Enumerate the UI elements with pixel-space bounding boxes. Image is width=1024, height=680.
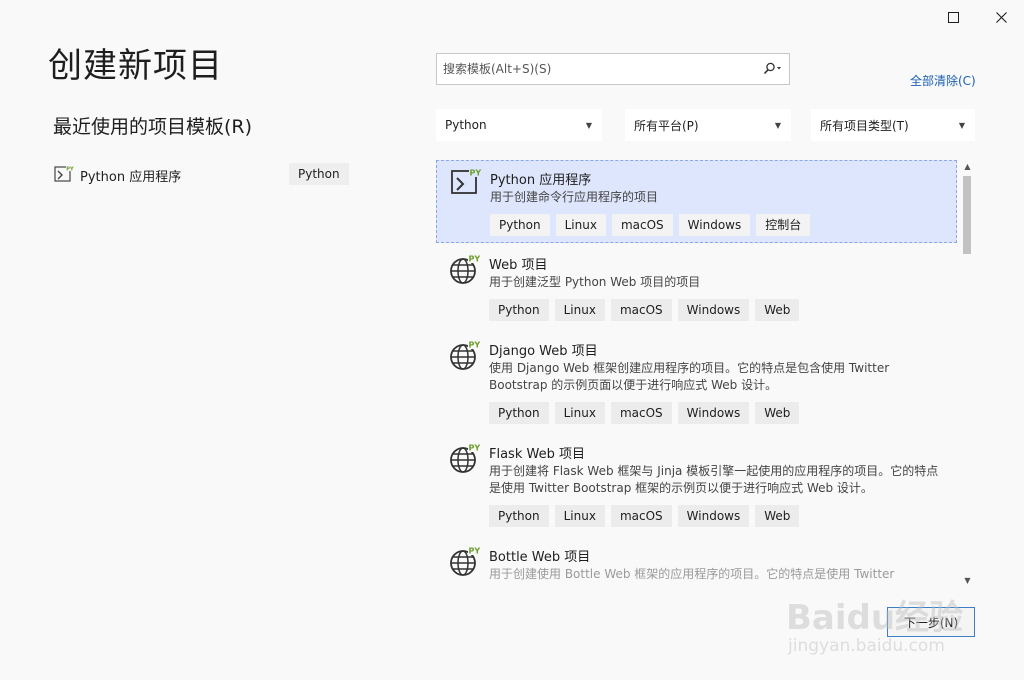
template-list[interactable]: PY Python 应用程序 用于创建命令行应用程序的项目 Python Lin… [436, 159, 974, 589]
svg-text:PY: PY [469, 341, 481, 350]
template-name: Flask Web 项目 [489, 447, 585, 462]
project-type-filter-value: 所有项目类型(T) [820, 118, 909, 133]
watermark-url: jingyan.baidu.com [788, 636, 945, 656]
platform-filter-dropdown[interactable]: 所有平台(P) ▼ [625, 109, 791, 141]
project-type-filter-dropdown[interactable]: 所有项目类型(T) ▼ [811, 109, 975, 141]
tag: Linux [554, 402, 605, 424]
template-search-box[interactable] [436, 53, 790, 85]
template-name: Django Web 项目 [489, 344, 598, 359]
tag: macOS [610, 402, 672, 424]
svg-text:PY: PY [469, 547, 481, 556]
tag: Python [489, 505, 549, 527]
python-console-icon: PY [54, 166, 74, 182]
scroll-down-icon[interactable]: ▼ [960, 575, 975, 589]
tag: Windows [677, 505, 750, 527]
tag: Python [489, 402, 549, 424]
maximize-icon [947, 11, 959, 23]
template-description: 用于创建命令行应用程序的项目 [490, 190, 659, 204]
chevron-down-icon: ▼ [958, 120, 966, 130]
watermark: Baidu经验 jingyan.baidu.com [786, 590, 976, 660]
template-tags: Python Linux macOS Windows Web [489, 505, 800, 527]
language-filter-value: Python [445, 118, 487, 132]
recent-template-tag: Python [289, 163, 349, 185]
close-button[interactable] [989, 6, 1013, 28]
chevron-down-icon: ▼ [774, 120, 782, 130]
python-console-icon: PY [451, 168, 482, 194]
recent-templates-heading: 最近使用的项目模板(R) [53, 116, 253, 138]
tag: Linux [555, 214, 606, 236]
recent-template-item[interactable]: PY Python 应用程序 Python [52, 161, 349, 189]
scroll-up-icon[interactable]: ▲ [960, 159, 975, 173]
template-name: Python 应用程序 [490, 173, 592, 188]
recent-template-label: Python 应用程序 [80, 169, 182, 185]
tag: Web [755, 402, 800, 424]
tag: Linux [554, 505, 605, 527]
template-item-django[interactable]: PY Django Web 项目 使用 Django Web 框架创建应用程序的… [436, 333, 957, 433]
platform-filter-value: 所有平台(P) [634, 118, 699, 133]
tag: Web [755, 299, 800, 321]
template-item-flask[interactable]: PY Flask Web 项目 用于创建将 Flask Web 框架与 Jinj… [436, 436, 957, 536]
tag: macOS [610, 299, 672, 321]
tag: Windows [678, 214, 751, 236]
search-button[interactable] [759, 62, 785, 76]
template-item-python-app[interactable]: PY Python 应用程序 用于创建命令行应用程序的项目 Python Lin… [436, 160, 957, 243]
tag: macOS [611, 214, 673, 236]
chevron-down-icon: ▼ [585, 120, 593, 130]
tag: macOS [610, 505, 672, 527]
template-item-web[interactable]: PY Web 项目 用于创建泛型 Python Web 项目的项目 Python… [436, 247, 957, 327]
tag: Windows [677, 402, 750, 424]
tag: 控制台 [756, 214, 811, 236]
clear-all-link[interactable]: 全部清除(C) [910, 72, 976, 89]
scrollbar-thumb[interactable] [963, 176, 971, 254]
search-input[interactable] [441, 61, 759, 77]
template-tags: Python Linux macOS Windows Web [489, 402, 800, 424]
python-web-globe-icon: PY [450, 340, 481, 370]
template-tags: Python Linux macOS Windows 控制台 [490, 214, 811, 236]
tag: Windows [677, 299, 750, 321]
template-description: 用于创建将 Flask Web 框架与 Jinja 模板引擎一起使用的应用程序的… [489, 464, 939, 495]
language-filter-dropdown[interactable]: Python ▼ [436, 109, 602, 141]
python-web-globe-icon: PY [450, 546, 481, 576]
svg-text:PY: PY [469, 255, 481, 264]
svg-text:PY: PY [470, 169, 482, 178]
tag: Python [490, 214, 550, 236]
template-item-bottle[interactable]: PY Bottle Web 项目 用于创建使用 Bottle Web 框架的应用… [436, 539, 957, 589]
watermark-logo: Baidu经验 [786, 598, 964, 638]
template-name: Bottle Web 项目 [489, 550, 591, 565]
svg-text:PY: PY [469, 444, 481, 453]
close-icon [995, 11, 1007, 23]
template-description: 用于创建使用 Bottle Web 框架的应用程序的项目。它的特点是使用 Twi… [489, 567, 895, 581]
template-name: Web 项目 [489, 258, 548, 273]
page-title: 创建新项目 [48, 46, 223, 86]
tag: Linux [554, 299, 605, 321]
search-icon [763, 62, 781, 75]
template-description: 用于创建泛型 Python Web 项目的项目 [489, 275, 701, 289]
maximize-button[interactable] [941, 6, 965, 28]
template-list-scrollbar[interactable]: ▲ ▼ [960, 159, 975, 589]
tag: Python [489, 299, 549, 321]
template-description: 使用 Django Web 框架创建应用程序的项目。它的特点是包含使用 Twit… [489, 361, 890, 392]
tag: Web [755, 505, 800, 527]
python-web-globe-icon: PY [450, 443, 481, 473]
python-web-globe-icon: PY [450, 254, 481, 284]
template-tags: Python Linux macOS Windows Web [489, 299, 800, 321]
svg-text:PY: PY [66, 167, 74, 173]
